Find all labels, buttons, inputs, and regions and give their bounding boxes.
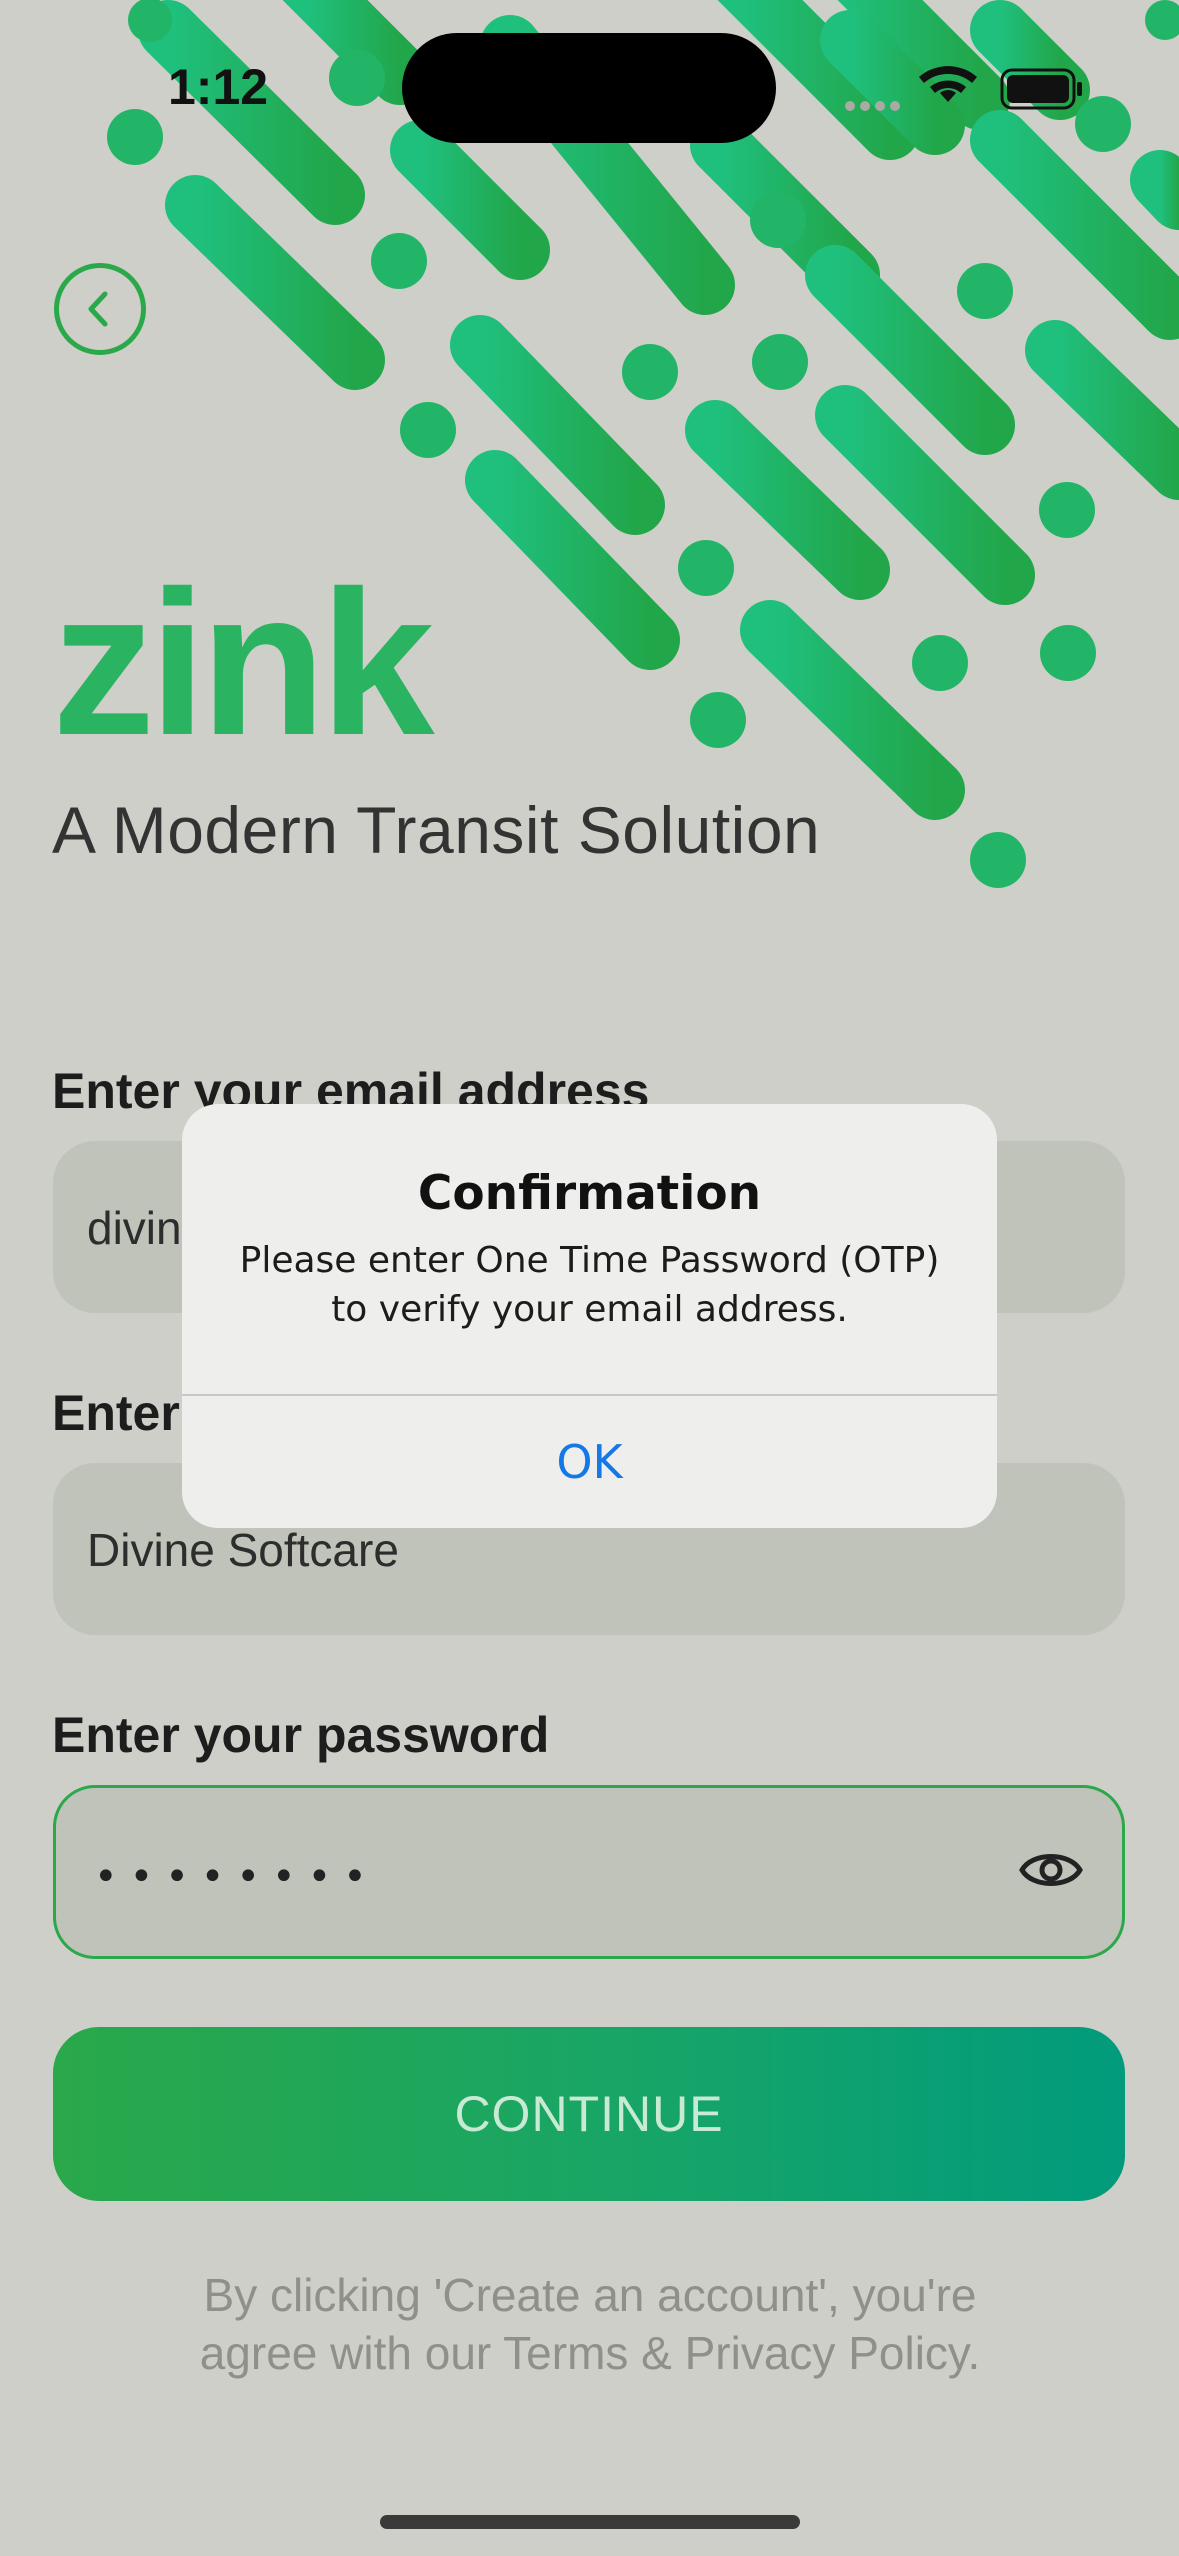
confirmation-dialog: Confirmation Please enter One Time Passw… bbox=[182, 1104, 997, 1528]
back-chevron-icon bbox=[88, 291, 108, 327]
dialog-message-line-2: to verify your email address. bbox=[331, 1289, 848, 1330]
tagline: A Modern Transit Solution bbox=[52, 793, 821, 867]
home-indicator[interactable] bbox=[380, 2515, 800, 2529]
password-label: Enter your password bbox=[52, 1707, 550, 1763]
continue-label: CONTINUE bbox=[454, 2086, 724, 2142]
wifi-icon bbox=[919, 66, 977, 102]
signal-dots-icon bbox=[845, 96, 905, 115]
signup-screen: 1:12 zink A Modern Transit Solution Ente… bbox=[0, 0, 1179, 2556]
name-value: Divine Softcare bbox=[87, 1524, 399, 1576]
continue-button[interactable]: CONTINUE bbox=[53, 2027, 1125, 2201]
battery-icon bbox=[1000, 68, 1082, 110]
eye-icon[interactable] bbox=[1018, 1842, 1084, 1898]
password-field[interactable]: •••••••• bbox=[53, 1785, 1125, 1959]
dynamic-island bbox=[402, 33, 776, 143]
dialog-message-line-1: Please enter One Time Password (OTP) bbox=[239, 1240, 940, 1281]
dialog-title: Confirmation bbox=[417, 1166, 762, 1221]
terms-text: By clicking 'Create an account', you're … bbox=[100, 2266, 1080, 2382]
back-button[interactable] bbox=[54, 263, 146, 355]
terms-line-1: By clicking 'Create an account', you're bbox=[203, 2269, 977, 2321]
dialog-ok-button[interactable]: OK bbox=[182, 1396, 997, 1528]
password-value: •••••••• bbox=[94, 1854, 379, 1900]
terms-privacy-link[interactable]: agree with our Terms & Privacy Policy. bbox=[100, 2324, 1080, 2382]
status-time: 1:12 bbox=[168, 59, 269, 115]
zink-logo: zink bbox=[52, 548, 435, 778]
dialog-message: Please enter One Time Password (OTP) to … bbox=[182, 1236, 997, 1334]
